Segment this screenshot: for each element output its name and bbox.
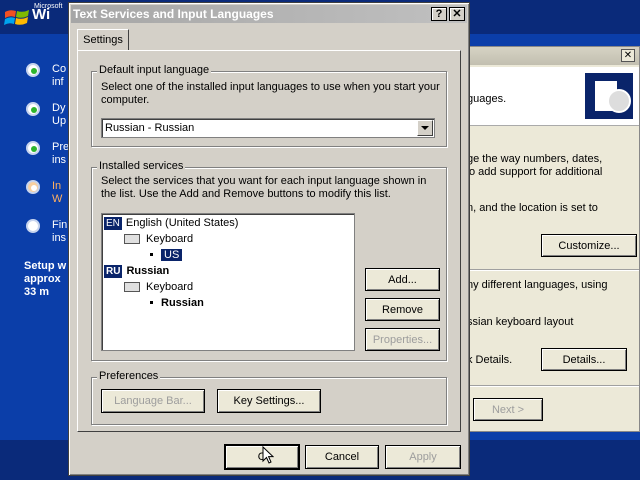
setup-step-2: Dy Up [24, 102, 68, 142]
package-cd-icon [585, 73, 633, 119]
setup-step-1: Co inf [24, 63, 68, 103]
windows-logo: Microsoft Wi [2, 2, 62, 32]
keyboard-label: Keyboard [146, 281, 194, 293]
tree-item-layout[interactable]: US [150, 247, 183, 263]
help-button[interactable]: ? [431, 7, 447, 21]
close-button[interactable]: ✕ [449, 7, 465, 21]
description-text: ssian keyboard layout [467, 316, 574, 328]
description-text: ny different languages, using [467, 279, 608, 291]
divider [467, 385, 639, 387]
customize-button[interactable]: Customize... [541, 234, 637, 257]
dialog-title: Text Services and Input Languages [73, 7, 274, 21]
text-services-dialog: Text Services and Input Languages ? ✕ Se… [68, 2, 470, 476]
setup-step-4: In W [24, 180, 68, 220]
remove-button[interactable]: Remove [365, 298, 440, 321]
tab-settings[interactable]: Settings [77, 29, 129, 51]
step-pending-icon [26, 219, 40, 233]
window-title-bar: ✕ [467, 47, 639, 65]
selected-language: Russian - Russian [105, 122, 195, 134]
step-complete-icon [26, 102, 40, 116]
windows-flag-icon [4, 10, 29, 25]
regional-options-window: ✕ guages. ge the way numbers, dates, o a… [466, 46, 640, 432]
properties-button[interactable]: Properties... [365, 328, 440, 351]
description-text: ge the way numbers, dates, [467, 153, 603, 165]
close-button[interactable]: ✕ [621, 49, 635, 62]
key-settings-button[interactable]: Key Settings... [217, 389, 321, 413]
description-text: o add support for additional [469, 166, 603, 178]
default-language-description: Select one of the installed input langua… [101, 81, 440, 106]
language-bar-button[interactable]: Language Bar... [101, 389, 205, 413]
wizard-header: guages. [467, 67, 639, 126]
layout-name: US [161, 249, 183, 261]
description-text: k Details. [467, 354, 513, 366]
add-button[interactable]: Add... [365, 268, 440, 291]
tree-item-keyboard[interactable]: Keyboard [124, 231, 193, 247]
tree-item-layout[interactable]: Russian [150, 295, 204, 311]
setup-step-5: Fin ins [24, 219, 68, 259]
cancel-button[interactable]: Cancel [305, 445, 379, 469]
divider [467, 269, 639, 271]
step-label: Dy Up [52, 102, 67, 127]
step-complete-icon [26, 63, 40, 77]
group-label: Installed services [97, 160, 186, 172]
language-code-icon: EN [104, 217, 122, 230]
dialog-title-bar: Text Services and Input Languages ? ✕ [71, 5, 467, 23]
tree-item-language[interactable]: EN English (United States) [104, 215, 238, 231]
logo-windows-text: Wi [32, 6, 51, 23]
installed-services-tree[interactable]: EN English (United States) Keyboard US RU… [101, 213, 355, 351]
step-label: In W [52, 180, 63, 205]
language-name: Russian [126, 265, 170, 277]
keyboard-icon [124, 282, 140, 293]
header-text: guages. [467, 93, 507, 105]
installed-services-description: Select the services that you want for ea… [101, 175, 427, 200]
chevron-down-icon[interactable] [417, 120, 433, 136]
next-button[interactable]: Next > [473, 398, 543, 421]
tree-item-keyboard[interactable]: Keyboard [124, 279, 193, 295]
step-active-icon [26, 180, 40, 194]
bullet-icon [150, 300, 153, 304]
bullet-icon [150, 252, 153, 256]
group-label: Default input language [97, 64, 212, 76]
keyboard-label: Keyboard [146, 233, 194, 245]
default-language-select[interactable]: Russian - Russian [101, 118, 435, 138]
apply-button[interactable]: Apply [385, 445, 461, 469]
step-label: Fin ins [52, 219, 68, 244]
step-label: Co inf [52, 63, 67, 88]
mouse-cursor-icon [262, 446, 274, 464]
tree-item-language[interactable]: RU Russian [104, 263, 169, 279]
keyboard-icon [124, 234, 140, 245]
group-label: Preferences [97, 370, 161, 382]
layout-name: Russian [161, 297, 204, 309]
language-name: English (United States) [125, 217, 239, 229]
setup-step-3: Pre ins [24, 141, 70, 181]
description-text: n, and the location is set to [467, 202, 598, 214]
language-code-icon: RU [104, 265, 123, 278]
step-complete-icon [26, 141, 40, 155]
step-label: Pre ins [52, 141, 70, 166]
details-button[interactable]: Details... [541, 348, 627, 371]
